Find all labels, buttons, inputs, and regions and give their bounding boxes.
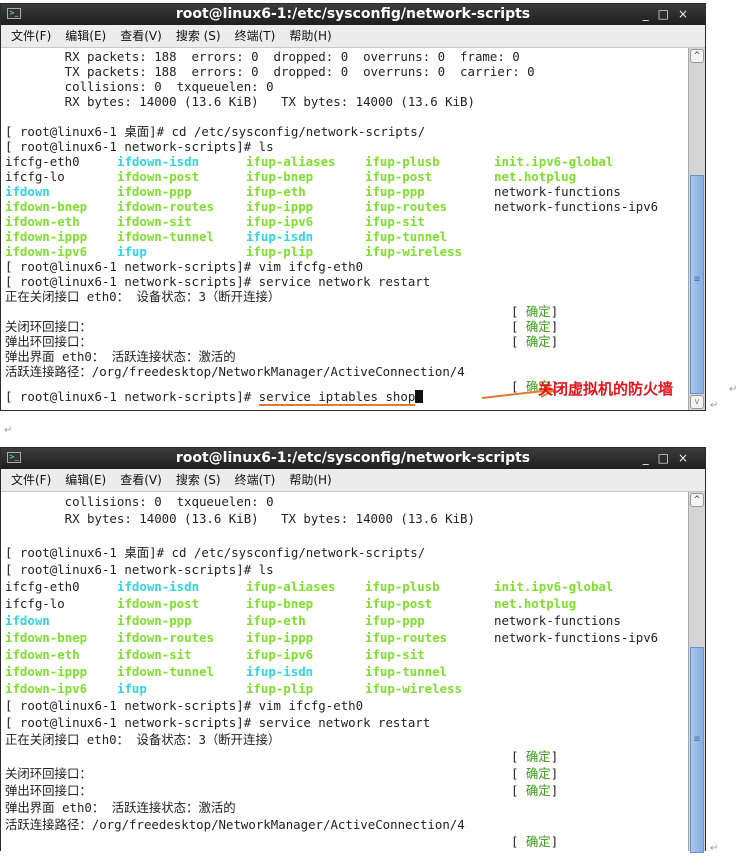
scrollbar-thumb[interactable]: ≡ <box>690 647 704 853</box>
status-line: [ 确定] <box>5 833 687 850</box>
file-entry: ifup-routes <box>365 630 448 645</box>
file-entry: ifup-sit <box>365 647 425 662</box>
paragraph-mark-icon: ↵ <box>729 384 738 395</box>
status-line: 关闭环回接口： [ 确定] <box>5 765 687 782</box>
ok-label: 确定 <box>525 749 551 764</box>
file-entry: ifup-tunnel <box>365 664 448 679</box>
menu-search[interactable]: 搜索 (S) <box>176 473 221 487</box>
file-entry: ifdown <box>5 613 50 628</box>
file-entry: ifup-post <box>365 596 433 611</box>
file-entry: ifup-plip <box>246 681 314 696</box>
file-entry: network-functions <box>494 613 621 628</box>
file-entry: init.ipv6-global <box>494 579 614 594</box>
minimize-button[interactable]: _ <box>643 451 658 465</box>
terminal-output[interactable]: collisions: 0 txqueuelen: 0 RX bytes: 14… <box>1 492 687 851</box>
file-entry: ifup-ippp <box>246 630 314 645</box>
ok-status: [ 确定] <box>511 749 559 764</box>
paragraph-mark-icon: ↵ <box>710 843 719 854</box>
menu-file[interactable]: 文件(F) <box>11 473 51 487</box>
command-line: [ root@linux6-1 桌面]# cd /etc/sysconfig/n… <box>5 545 426 560</box>
file-entry: ifdown-bnep <box>5 630 88 645</box>
output-line: 活跃连接路径：/org/freedesktop/NetworkManager/A… <box>5 817 465 832</box>
ok-status: [ 确定] <box>511 834 559 849</box>
file-entry: ifdown-ipv6 <box>5 681 88 696</box>
ls-row: ifdown-ippp ifdown-tunnel ifup-isdn ifup-tu… <box>5 663 687 680</box>
terminal-window-bottom: >_ root@linux6-1:/etc/sysconfig/network-… <box>0 447 706 853</box>
status-line: 弹出环回接口： [ 确定] <box>5 782 687 799</box>
ok-label: 确定 <box>525 766 551 781</box>
file-entry: ifup <box>117 681 147 696</box>
command-line: [ root@linux6-1 network-scripts]# ls <box>5 562 274 577</box>
file-entry: ifcfg-lo <box>5 596 65 611</box>
file-entry: ifdown-routes <box>117 630 214 645</box>
menu-edit[interactable]: 编辑(E) <box>65 473 106 487</box>
file-entry: ifdown-eth <box>5 647 80 662</box>
annotation-arrow-icon <box>481 383 557 399</box>
ok-status: [ 确定] <box>511 783 559 798</box>
file-entry: ifdown-post <box>117 596 200 611</box>
ok-label: 确定 <box>525 834 551 849</box>
ls-row: ifdown ifdown-ppp ifup-eth ifup-ppp network-… <box>5 612 687 629</box>
file-entry: ifcfg-eth0 <box>5 579 80 594</box>
output-line: 弹出界面 eth0： 活跃连接状态：激活的 <box>5 800 236 815</box>
ok-label: 确定 <box>525 783 551 798</box>
close-button[interactable]: × <box>678 451 697 465</box>
paragraph-mark-icon: ↵ <box>710 400 719 411</box>
file-entry: ifup-bnep <box>246 596 314 611</box>
status-line: [ 确定] <box>5 748 687 765</box>
ls-row: ifcfg-eth0 ifdown-isdn ifup-aliases ifup-pl… <box>5 578 687 595</box>
menu-bar: 文件(F) 编辑(E) 查看(V) 搜索 (S) 终端(T) 帮助(H) <box>1 469 705 492</box>
session-block: [ root@linux6-1 桌面]# cd /etc/sysconfig/n… <box>5 544 687 850</box>
scroll-up-arrow-icon[interactable]: ^ <box>690 493 704 507</box>
ls-row: ifdown-bnep ifdown-routes ifup-ippp ifup-ro… <box>5 629 687 646</box>
ls-row: ifcfg-lo ifdown-post ifup-bnep ifup-post net… <box>5 595 687 612</box>
file-entry: ifdown-sit <box>117 647 192 662</box>
file-entry: ifup-plusb <box>365 579 440 594</box>
file-entry: ifup-aliases <box>246 579 336 594</box>
status-text: 弹出环回接口： <box>5 783 92 798</box>
ls-row: ifdown-ipv6 ifup ifup-plip ifup-wireless <box>5 680 687 697</box>
file-entry: ifdown-ppp <box>117 613 192 628</box>
annotation-label: 关闭虚拟机的防火墙 <box>538 380 674 398</box>
file-entry: ifup-ipv6 <box>246 647 314 662</box>
stats-line: collisions: 0 txqueuelen: 0 <box>5 494 274 509</box>
file-entry: ifup-wireless <box>365 681 462 696</box>
file-entry: ifdown-ippp <box>5 664 88 679</box>
ok-status: [ 确定] <box>511 766 559 781</box>
title-bar[interactable]: >_ root@linux6-1:/etc/sysconfig/network-… <box>1 448 705 469</box>
file-entry: network-functions-ipv6 <box>494 630 659 645</box>
menu-view[interactable]: 查看(V) <box>120 473 162 487</box>
command-line: [ root@linux6-1 network-scripts]# vim if… <box>5 698 364 713</box>
scrollbar[interactable]: ^ ≡ <box>688 492 705 853</box>
stats-line: RX bytes: 14000 (13.6 KiB) TX bytes: 140… <box>5 511 475 526</box>
terminal-app-icon: >_ <box>7 452 21 463</box>
maximize-button[interactable]: □ <box>658 451 678 465</box>
file-entry: net.hotplug <box>494 596 577 611</box>
menu-help[interactable]: 帮助(H) <box>289 473 331 487</box>
window-title: root@linux6-1:/etc/sysconfig/network-scr… <box>175 450 531 466</box>
file-entry: ifup-ppp <box>365 613 425 628</box>
paragraph-mark-icon: ↵ <box>4 425 13 436</box>
output-line: 正在关闭接口 eth0： 设备状态：3（断开连接） <box>5 732 281 747</box>
file-entry: ifup-isdn <box>246 664 314 679</box>
status-text: 关闭环回接口： <box>5 766 92 781</box>
file-entry: ifdown-isdn <box>117 579 200 594</box>
file-entry: ifdown-tunnel <box>117 664 214 679</box>
command-line: [ root@linux6-1 network-scripts]# servic… <box>5 715 431 730</box>
ls-row: ifdown-eth ifdown-sit ifup-ipv6 ifup-sit <box>5 646 687 663</box>
menu-terminal[interactable]: 终端(T) <box>235 473 276 487</box>
file-entry: ifup-eth <box>246 613 306 628</box>
